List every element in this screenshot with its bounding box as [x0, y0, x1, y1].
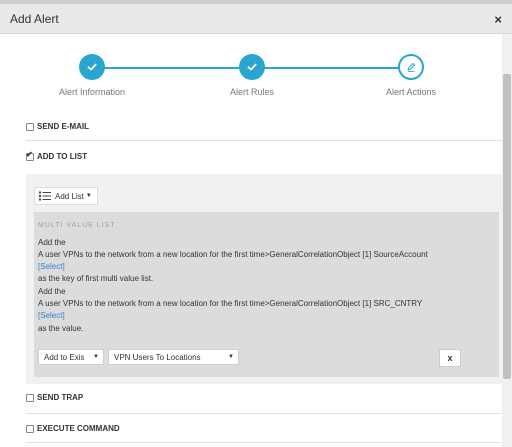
mv-line: Add the — [38, 287, 66, 296]
step-3-circle[interactable] — [398, 54, 424, 80]
mv-line: Add the — [38, 238, 66, 247]
step-label-alert-actions: Alert Actions — [385, 87, 437, 97]
divider — [26, 140, 502, 141]
list-mode-select[interactable]: Add to Exis ▼ — [38, 349, 104, 365]
execute-command-checkbox[interactable] — [26, 424, 34, 433]
mv-key-description: A user VPNs to the network from a new lo… — [38, 250, 428, 259]
multi-value-list-box: MULTI VALUE LIST Add the A user VPNs to … — [34, 212, 499, 377]
send-email-label: SEND E-MAIL — [37, 122, 89, 131]
add-to-list-panel: Add List ▼ MULTI VALUE LIST Add the A us… — [26, 174, 502, 384]
mv-line: as the value. — [38, 324, 84, 333]
modal-title: Add Alert — [10, 12, 59, 26]
send-email-checkbox[interactable] — [26, 122, 34, 131]
pen-icon — [407, 63, 415, 72]
wizard-connector-2 — [252, 67, 411, 69]
add-to-list-label: ADD TO LIST — [37, 152, 88, 161]
modal-header: Add Alert × — [0, 4, 512, 34]
send-trap-option[interactable]: SEND TRAP — [26, 393, 83, 402]
multi-value-list-title: MULTI VALUE LIST — [38, 222, 116, 229]
mv-value-description: A user VPNs to the network from a new lo… — [38, 299, 423, 308]
dropdown-arrow-icon: ▼ — [93, 354, 99, 360]
divider — [26, 442, 502, 443]
execute-command-option[interactable]: EXECUTE COMMAND — [26, 424, 120, 433]
list-icon — [39, 191, 51, 201]
add-list-label: Add List — [55, 191, 84, 201]
step-2-circle[interactable] — [239, 54, 265, 80]
list-mode-value: Add to Exis — [44, 352, 85, 362]
scrollbar[interactable] — [502, 34, 512, 447]
dropdown-arrow-icon: ▼ — [228, 354, 234, 360]
remove-list-button[interactable]: x — [439, 349, 461, 367]
chevron-down-icon: ▼ — [85, 193, 92, 199]
add-list-button[interactable]: Add List ▼ — [34, 187, 98, 205]
execute-command-label: EXECUTE COMMAND — [37, 424, 120, 433]
step-label-alert-information: Alert Information — [58, 87, 126, 97]
check-icon — [87, 63, 97, 71]
check-icon — [247, 63, 257, 71]
send-trap-label: SEND TRAP — [37, 393, 84, 402]
wizard-connector-1 — [92, 67, 252, 69]
select-key-link[interactable]: [Select] — [38, 262, 65, 271]
add-to-list-option[interactable]: ADD TO LIST — [26, 150, 88, 161]
select-value-link[interactable]: [Select] — [38, 311, 65, 320]
step-1-circle[interactable] — [79, 54, 105, 80]
close-icon[interactable]: × — [494, 12, 502, 27]
step-label-alert-rules: Alert Rules — [229, 87, 274, 97]
list-name-select[interactable]: VPN Users To Locations ▼ — [108, 349, 239, 365]
mv-line: as the key of first multi value list. — [38, 274, 154, 283]
scrollbar-thumb[interactable] — [503, 74, 511, 379]
wizard-steps: Alert Information Alert Rules Alert Acti… — [0, 34, 502, 104]
close-icon: x — [447, 353, 453, 363]
add-to-list-checkbox[interactable] — [26, 150, 34, 161]
send-trap-checkbox[interactable] — [26, 393, 34, 402]
divider — [26, 413, 502, 414]
list-name-value: VPN Users To Locations — [114, 352, 201, 362]
send-email-option[interactable]: SEND E-MAIL — [26, 122, 89, 131]
